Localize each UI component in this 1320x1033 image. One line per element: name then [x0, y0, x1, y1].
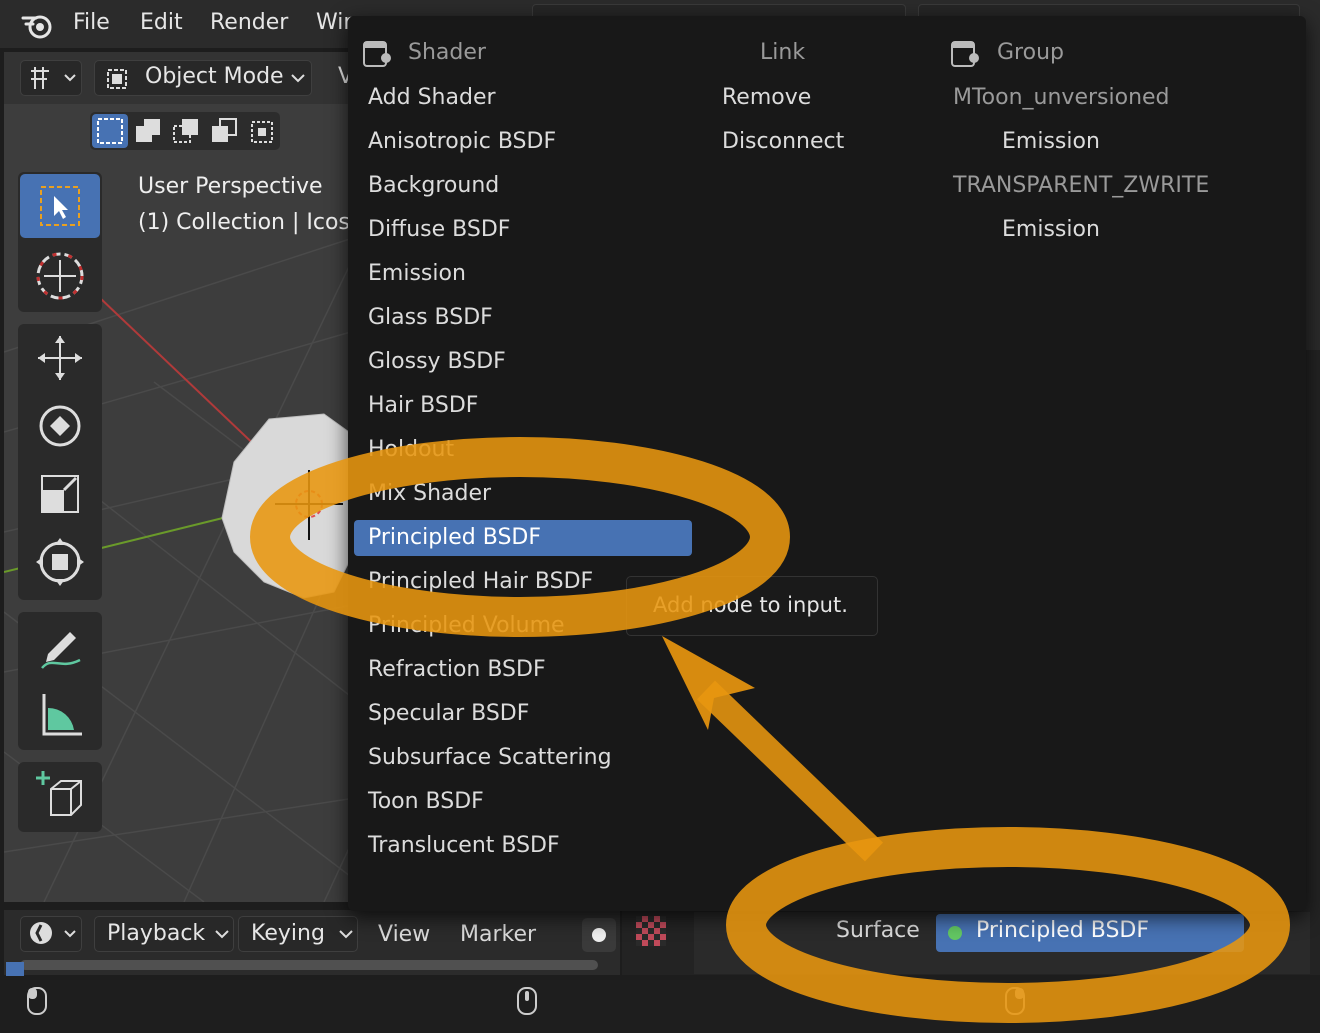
popup-scrollbar[interactable]	[1306, 30, 1320, 350]
toolbar-group-annotate	[18, 612, 102, 750]
object-mode-dropdown[interactable]: Object Mode	[94, 60, 312, 96]
select-subtract-icon[interactable]	[168, 114, 204, 148]
select-invert-icon[interactable]	[206, 114, 242, 148]
group-label-transparent-zwrite: TRANSPARENT_ZWRITE	[953, 173, 1210, 198]
object-mode-label: Object Mode	[145, 64, 284, 89]
keying-dropdown[interactable]: Keying	[238, 916, 358, 952]
toolbar-group-select	[18, 172, 102, 312]
menu-item-group-emission[interactable]: Emission	[1002, 120, 1100, 164]
object-mode-icon	[105, 67, 129, 91]
link-column-header: Link	[760, 40, 806, 65]
blender-logo-icon[interactable]	[20, 10, 54, 40]
toolbar-group-add	[18, 762, 102, 832]
surface-shader-value: Principled BSDF	[976, 918, 1150, 943]
shader-menu-item[interactable]: Refraction BSDF	[354, 652, 546, 688]
measure-icon[interactable]	[20, 682, 100, 746]
playback-dropdown[interactable]: Playback	[94, 916, 234, 952]
add-node-popup-menu: Shader Add Shader Anisotropic BSDF Backgro…	[348, 16, 1306, 911]
perspective-label: User Perspective	[138, 174, 323, 199]
scale-icon[interactable]	[20, 462, 100, 526]
socket-dot-icon	[948, 926, 962, 940]
menu-item-group-emission[interactable]: Emission	[1002, 208, 1100, 252]
toolbar-group-transform	[18, 324, 102, 600]
shader-menu-item[interactable]: Specular BSDF	[354, 696, 529, 732]
shader-menu-item[interactable]: Hair BSDF	[354, 388, 478, 424]
mouse-icon	[516, 986, 538, 1016]
select-extend-icon[interactable]	[130, 114, 166, 148]
tooltip-text: Add node to input.	[653, 593, 848, 617]
shader-menu-item[interactable]: Emission	[354, 256, 466, 292]
chevron-down-icon	[339, 929, 353, 939]
timeline-view-menu[interactable]: View	[378, 922, 430, 947]
menu-window[interactable]: Wir	[316, 10, 352, 35]
chevron-down-icon	[291, 73, 305, 83]
mouse-icon	[26, 986, 48, 1016]
shader-menu-item[interactable]: Principled Volume	[354, 608, 565, 644]
timeline-editor-type-dropdown[interactable]	[20, 916, 82, 952]
checker-texture-icon[interactable]	[636, 916, 666, 946]
shader-menu-item[interactable]: Subsurface Scattering	[354, 740, 612, 776]
shader-menu-item[interactable]: Translucent BSDF	[354, 828, 560, 864]
annotate-icon[interactable]	[20, 614, 100, 678]
shader-menu-item[interactable]: Mix Shader	[354, 476, 491, 512]
shader-menu-item[interactable]: Background	[354, 168, 499, 204]
chevron-down-icon	[215, 929, 229, 939]
shader-menu-item[interactable]: Anisotropic BSDF	[354, 124, 556, 160]
surface-shader-field[interactable]: Principled BSDF	[936, 914, 1244, 952]
group-column-header: Group	[997, 40, 1064, 65]
menu-edit[interactable]: Edit	[140, 10, 183, 35]
group-node-icon	[950, 40, 980, 70]
shader-menu-item[interactable]: Diffuse BSDF	[354, 212, 510, 248]
transform-icon[interactable]	[20, 530, 100, 594]
shader-menu-item[interactable]: Glossy BSDF	[354, 344, 506, 380]
shader-menu-item[interactable]: Add Shader	[354, 80, 496, 116]
shader-menu-item[interactable]: Glass BSDF	[354, 300, 493, 336]
cursor-icon[interactable]	[20, 244, 100, 308]
timeline-marker-menu[interactable]: Marker	[460, 922, 536, 947]
record-button[interactable]	[582, 918, 616, 952]
shader-menu-item[interactable]: Toon BSDF	[354, 784, 484, 820]
shader-menu-item[interactable]: Principled Hair BSDF	[354, 564, 593, 600]
shader-column-header: Shader	[408, 40, 486, 65]
menu-item-remove[interactable]: Remove	[722, 76, 811, 120]
menu-file[interactable]: File	[73, 10, 110, 35]
selection-mode-group	[90, 112, 280, 150]
mouse-icon	[1004, 986, 1026, 1016]
timeline-scrollbar[interactable]	[20, 960, 598, 970]
select-new-icon[interactable]	[92, 114, 128, 148]
add-cube-icon[interactable]	[20, 764, 100, 828]
collection-label: (1) Collection | Icosp	[138, 210, 364, 235]
editor-type-dropdown[interactable]	[20, 60, 82, 96]
tooltip: Add node to input.	[626, 576, 878, 636]
menu-render[interactable]: Render	[210, 10, 288, 35]
status-bar	[0, 980, 1320, 1033]
select-intersect-icon[interactable]	[244, 114, 280, 148]
group-label-mtoon: MToon_unversioned	[953, 85, 1170, 110]
select-box-icon[interactable]	[20, 174, 100, 238]
shader-node-icon	[362, 40, 392, 70]
move-icon[interactable]	[20, 326, 100, 390]
rotate-icon[interactable]	[20, 394, 100, 458]
shader-menu-item[interactable]: Principled BSDF	[354, 520, 692, 556]
shader-menu-item[interactable]: Holdout	[354, 432, 454, 468]
surface-label: Surface	[836, 918, 920, 943]
menu-item-disconnect[interactable]: Disconnect	[722, 120, 844, 164]
record-icon	[592, 928, 606, 942]
playback-label: Playback	[107, 921, 206, 946]
frame-indicator[interactable]	[6, 962, 24, 976]
keying-label: Keying	[251, 921, 325, 946]
